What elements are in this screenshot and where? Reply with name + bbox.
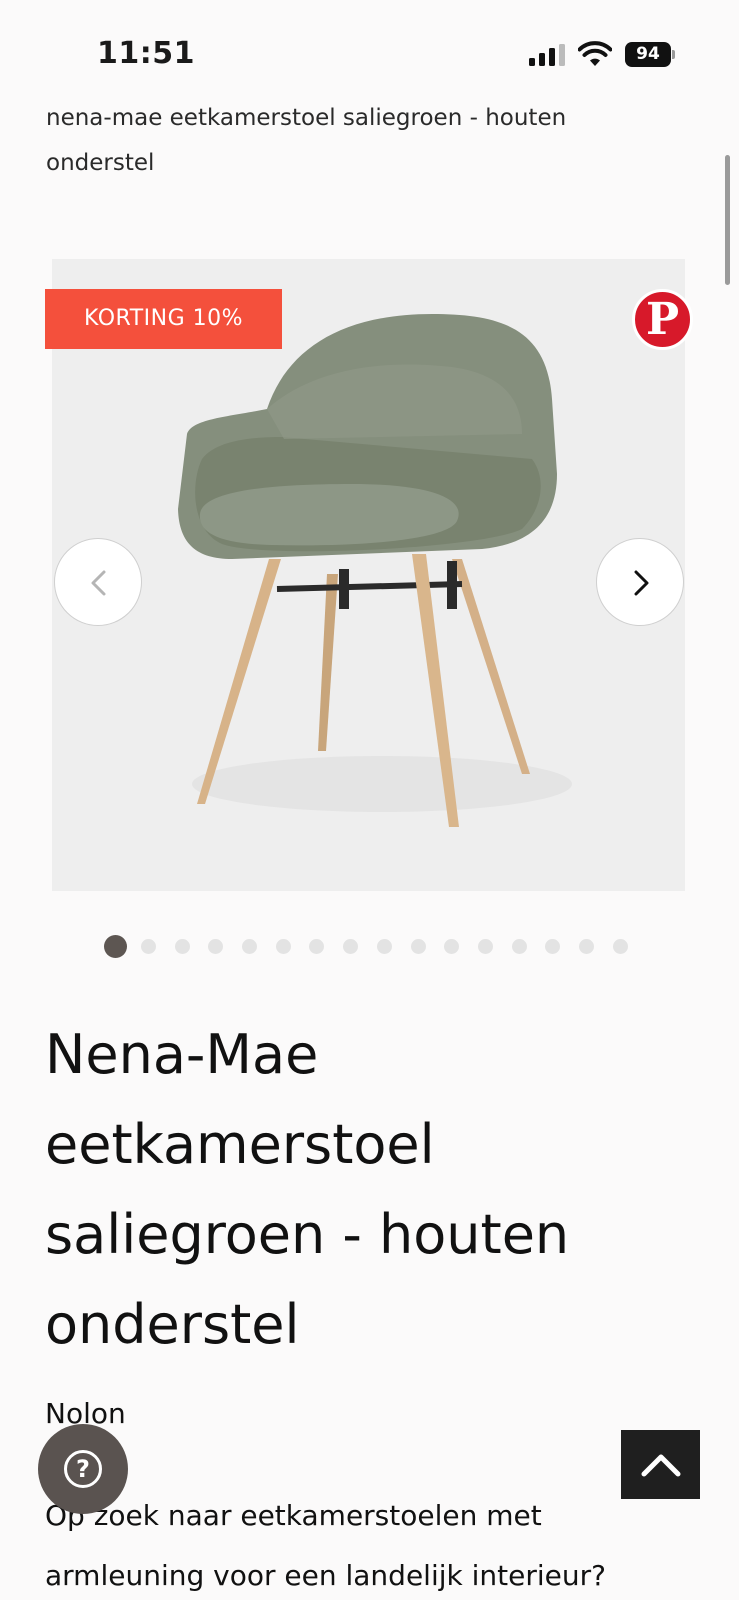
carousel-dot[interactable] [612,938,628,954]
carousel-dot[interactable] [104,934,127,958]
chevron-right-icon [634,570,649,596]
carousel-dot[interactable] [376,938,392,954]
previous-image-button[interactable] [54,538,142,626]
pinterest-icon[interactable]: P [632,289,693,350]
help-button[interactable]: ? [38,1424,128,1514]
product-image[interactable] [52,259,685,891]
chevron-left-icon [91,570,106,596]
battery-level: 94 [625,42,671,67]
discount-badge: KORTING 10% [45,289,282,349]
carousel-dot[interactable] [477,938,493,954]
product-title: Nena-Mae eetkamerstoel saliegroen - hout… [45,1023,570,1356]
status-bar: 11:51 94 [0,0,739,100]
cellular-signal-icon [529,44,565,66]
carousel-dot[interactable] [242,938,258,954]
help-icon: ? [64,1450,102,1488]
battery-icon: 94 [625,42,675,67]
carousel-dots[interactable] [104,934,646,958]
carousel-dot[interactable] [208,938,224,954]
chair-illustration [178,314,572,827]
carousel-dot[interactable] [141,938,156,954]
next-image-button[interactable] [596,538,684,626]
carousel-dot[interactable] [275,938,291,954]
back-to-top-button[interactable] [621,1430,700,1499]
status-time: 11:51 [97,36,195,71]
carousel-dot[interactable] [410,938,426,954]
arrow-up-icon [641,1454,681,1477]
carousel-dot[interactable] [343,938,359,954]
product-description: Op zoek naar eetkamerstoelen met armleun… [45,1499,606,1592]
breadcrumb[interactable]: nena-mae eetkamerstoel saliegroen - hout… [46,96,666,186]
carousel-dot[interactable] [174,938,190,954]
carousel-dot[interactable] [444,938,460,954]
carousel-dot[interactable] [511,938,527,954]
scrollbar[interactable] [725,155,730,285]
carousel-dot[interactable] [545,938,561,954]
carousel-dot[interactable] [309,938,325,954]
carousel-dot[interactable] [578,938,594,954]
wifi-icon [578,41,612,66]
